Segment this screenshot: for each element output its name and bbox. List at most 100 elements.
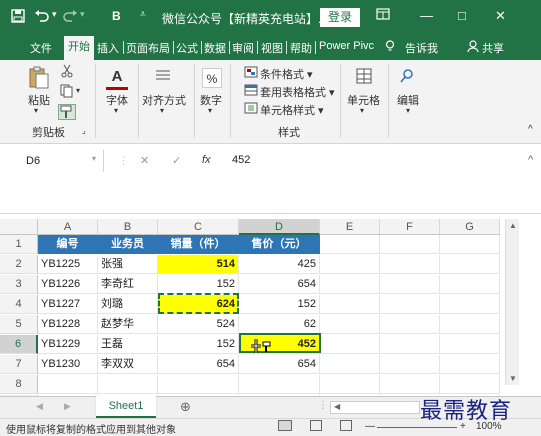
empty-cell[interactable] [320, 275, 380, 294]
table-cell[interactable]: 152 [158, 335, 239, 354]
share-button[interactable]: 共享 [482, 40, 504, 56]
empty-cell[interactable] [440, 355, 500, 374]
row-header[interactable]: 7 [0, 355, 38, 374]
customize-qat-icon[interactable]: ⩡ [140, 9, 146, 20]
cell-style-button[interactable]: 单元格样式 ▾ [260, 102, 324, 118]
table-cell[interactable]: 654 [239, 355, 320, 374]
empty-cell[interactable] [440, 255, 500, 274]
maximize-button[interactable]: □ [458, 8, 466, 23]
normal-view-icon[interactable] [278, 420, 292, 431]
column-header[interactable]: E [320, 219, 380, 235]
row-header[interactable]: 3 [0, 275, 38, 294]
page-break-view-icon[interactable] [340, 420, 352, 431]
row-header[interactable]: 5 [0, 315, 38, 334]
row-header[interactable]: 4 [0, 295, 38, 314]
collapse-ribbon-button[interactable]: ^ [528, 124, 533, 135]
next-sheet-icon[interactable]: ▶ [64, 401, 71, 412]
empty-cell[interactable] [320, 235, 380, 254]
table-cell[interactable]: 李奇红 [98, 275, 158, 294]
empty-cell[interactable] [239, 375, 320, 394]
row-header[interactable]: 1 [0, 235, 38, 254]
bold-quick-button[interactable]: B [112, 9, 121, 23]
empty-cell[interactable] [320, 335, 380, 354]
minimize-button[interactable]: — [420, 8, 433, 23]
select-all-button[interactable] [0, 219, 38, 235]
table-cell[interactable]: YB1229 [38, 335, 98, 354]
column-header[interactable]: A [38, 219, 98, 235]
zoom-slider[interactable] [377, 427, 457, 428]
paste-icon[interactable] [28, 66, 50, 93]
format-painter-icon[interactable] [58, 104, 76, 120]
tell-me-search[interactable]: 告诉我 [405, 40, 438, 56]
prev-sheet-icon[interactable]: ◀ [36, 401, 43, 412]
table-cell[interactable]: 62 [239, 315, 320, 334]
table-cell[interactable]: 李双双 [98, 355, 158, 374]
table-format-button[interactable]: 套用表格格式 ▾ [260, 84, 335, 100]
table-header-cell[interactable]: 销量（件） [158, 235, 239, 254]
tab-help[interactable]: 帮助 [290, 40, 312, 56]
table-cell[interactable]: 刘璐 [98, 295, 158, 314]
add-sheet-icon[interactable]: ⊕ [180, 399, 191, 415]
empty-cell[interactable] [380, 375, 440, 394]
horizontal-scrollbar[interactable]: ◀ [330, 401, 420, 414]
dialog-launcher-icon[interactable]: ⌟ [82, 126, 86, 135]
empty-cell[interactable] [440, 315, 500, 334]
table-cell[interactable]: 王磊 [98, 335, 158, 354]
empty-cell[interactable] [380, 335, 440, 354]
name-box-dropdown-icon[interactable]: ▾ [92, 154, 96, 163]
empty-cell[interactable] [380, 295, 440, 314]
cut-icon[interactable] [60, 64, 74, 81]
table-cell[interactable]: 654 [239, 275, 320, 294]
empty-cell[interactable] [380, 255, 440, 274]
tab-data[interactable]: 数据 [204, 40, 226, 56]
empty-cell[interactable] [440, 335, 500, 354]
empty-cell[interactable] [320, 255, 380, 274]
paste-button[interactable]: 粘贴 [28, 92, 50, 108]
row-header[interactable]: 2 [0, 255, 38, 274]
tab-insert[interactable]: 插入 [97, 40, 119, 56]
save-icon[interactable] [11, 9, 25, 26]
table-cell[interactable]: YB1226 [38, 275, 98, 294]
vertical-scrollbar[interactable]: ▲ ▼ [505, 219, 519, 385]
search-icon[interactable] [399, 68, 415, 87]
row-header[interactable]: 8 [0, 375, 38, 394]
empty-cell[interactable] [380, 275, 440, 294]
column-header[interactable]: G [440, 219, 500, 235]
empty-cell[interactable] [380, 235, 440, 254]
table-cell[interactable]: 152 [239, 295, 320, 314]
column-header[interactable]: C [158, 219, 239, 235]
table-cell[interactable]: 152 [158, 275, 239, 294]
font-icon[interactable]: A [106, 68, 128, 90]
cancel-icon[interactable]: ✕ [140, 154, 149, 167]
table-cell[interactable]: 张强 [98, 255, 158, 274]
column-header[interactable]: F [380, 219, 440, 235]
name-box[interactable]: D6 [12, 150, 104, 172]
page-layout-view-icon[interactable] [310, 420, 322, 431]
table-cell[interactable]: 514 [158, 255, 239, 274]
table-cell[interactable]: 425 [239, 255, 320, 274]
empty-cell[interactable] [440, 275, 500, 294]
alignment-icon[interactable] [154, 68, 172, 87]
empty-cell[interactable] [158, 375, 239, 394]
table-header-cell[interactable]: 编号 [38, 235, 98, 254]
expand-formula-bar-button[interactable]: ^ [528, 154, 533, 166]
tab-power-pivot[interactable]: Power Pivc [319, 40, 374, 52]
tab-view[interactable]: 视图 [261, 40, 283, 56]
table-cell[interactable]: 赵梦华 [98, 315, 158, 334]
login-button[interactable]: 登录 [320, 8, 360, 27]
row-header[interactable]: 6 [0, 335, 38, 354]
empty-cell[interactable] [320, 315, 380, 334]
empty-cell[interactable] [320, 355, 380, 374]
empty-cell[interactable] [380, 355, 440, 374]
tab-file[interactable]: 文件 [30, 40, 52, 56]
table-cell[interactable]: YB1230 [38, 355, 98, 374]
percent-icon[interactable]: % [202, 68, 222, 88]
person-icon[interactable] [467, 40, 479, 55]
table-header-cell[interactable]: 售价（元） [239, 235, 320, 254]
tab-splitter[interactable]: ⋮ [318, 400, 328, 411]
conditional-format-button[interactable]: 条件格式 ▾ [260, 66, 313, 82]
redo-icon[interactable] [62, 9, 78, 26]
empty-cell[interactable] [440, 235, 500, 254]
zoom-out-button[interactable]: — [365, 421, 375, 432]
empty-cell[interactable] [38, 375, 98, 394]
